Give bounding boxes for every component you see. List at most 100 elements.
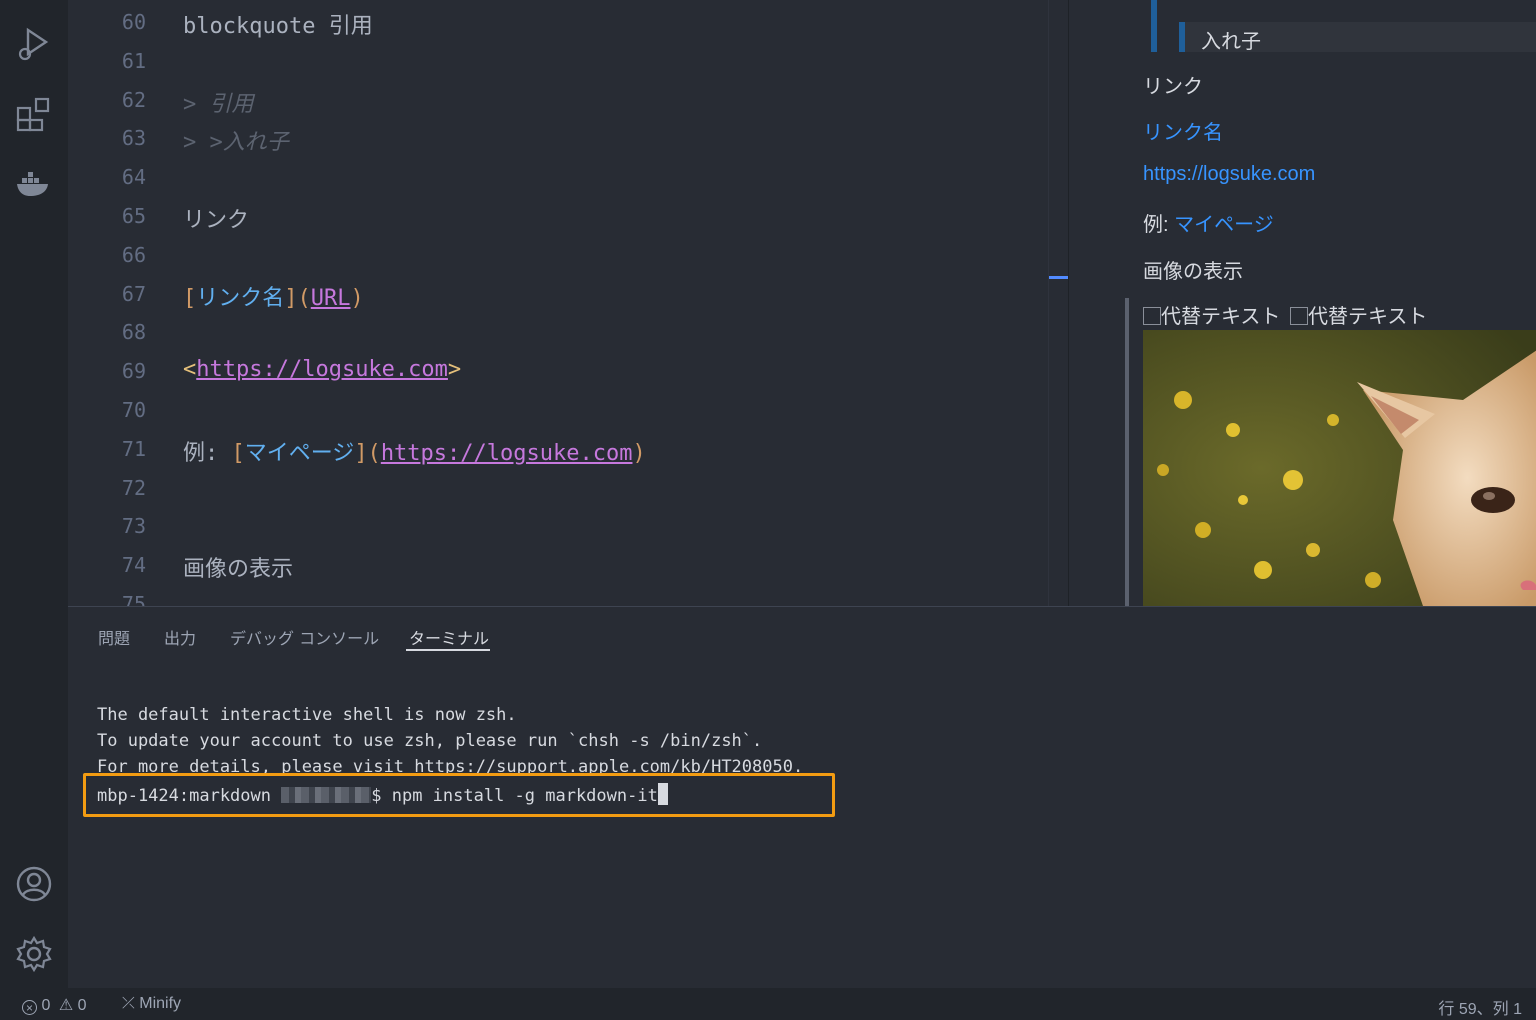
line-number: 75 <box>121 592 146 606</box>
line-content: リンク <box>183 202 249 234</box>
line-number: 60 <box>121 10 146 34</box>
code-token: ]( <box>284 285 311 311</box>
preview-link-name[interactable]: リンク名 <box>1143 116 1223 145</box>
line-content: 画像の表示 <box>183 551 293 583</box>
editor-line[interactable]: 73 <box>68 506 1048 545</box>
code-token: https://logsuke.com <box>196 357 448 383</box>
editor-line[interactable]: 68 <box>68 312 1048 351</box>
editor-line[interactable]: 67 [リンク名](URL) <box>68 274 1048 313</box>
markdown-editor[interactable]: 60 blockquote 引用 61 62 > 引用 63 > >入れ子 64 65 リンク 66… <box>68 0 1048 606</box>
line-content: <https://logsuke.com> <box>183 357 461 382</box>
problems-indicator[interactable]: × 0 ⚠ 0 <box>22 995 87 1015</box>
broken-image-icon <box>1143 307 1161 325</box>
editor-line[interactable]: 72 <box>68 468 1048 507</box>
extensions-icon[interactable] <box>14 94 54 134</box>
terminal-line: To update your account to use zsh, pleas… <box>97 731 763 751</box>
tab-debug-console[interactable]: デバッグ コンソール <box>230 625 379 649</box>
line-number: 72 <box>121 475 146 500</box>
code-token: < <box>183 357 197 383</box>
preview-link-url[interactable]: https://logsuke.com <box>1143 163 1315 186</box>
line-number: 64 <box>121 165 146 190</box>
editor-line[interactable]: 61 <box>68 41 1048 80</box>
editor-line[interactable]: 70 <box>68 390 1048 429</box>
broken-image-alts: 代替テキスト 代替テキスト <box>1143 300 1427 329</box>
alt-text-2: 代替テキスト <box>1307 306 1428 328</box>
line-content: > >入れ子 <box>183 124 289 156</box>
code-token: https://logsuke.com <box>380 440 633 466</box>
scroll-position-marker <box>1049 276 1068 279</box>
editor-line[interactable]: 64 <box>68 157 1048 196</box>
example-link[interactable]: マイページ <box>1174 214 1274 236</box>
editor-line[interactable]: 62 > 引用 <box>68 80 1048 119</box>
code-token: [ <box>231 440 245 466</box>
blockquote-bar <box>1151 0 1157 52</box>
error-icon: × <box>22 1000 37 1015</box>
code-token: ]( <box>354 440 381 466</box>
line-number: 74 <box>121 553 146 578</box>
editor-line[interactable]: 66 <box>68 235 1048 274</box>
minify-button[interactable]: ⤫ Minify <box>122 995 181 1013</box>
line-number: 67 <box>121 281 146 306</box>
line-content: blockquote 引用 <box>183 8 373 40</box>
editor-line[interactable]: 65 リンク <box>68 196 1048 235</box>
line-content: > 引用 <box>183 86 254 118</box>
code-token: ) <box>350 285 364 311</box>
line-number: 69 <box>121 359 146 384</box>
image-blockquote-bar <box>1125 298 1129 606</box>
code-token: URL <box>310 285 351 311</box>
code-token: 画像の表示 <box>183 557 294 583</box>
line-number: 71 <box>121 436 146 461</box>
editor-line[interactable]: 69 <https://logsuke.com> <box>68 351 1048 390</box>
tab-output[interactable]: 出力 <box>164 625 196 649</box>
line-number: 63 <box>121 126 146 151</box>
error-count: 0 <box>41 997 51 1014</box>
code-token: マイページ <box>244 440 355 466</box>
account-icon[interactable] <box>14 864 54 904</box>
minify-label: Minify <box>139 995 182 1012</box>
code-token: blockquote 引用 <box>183 14 373 39</box>
status-bar: × 0 ⚠ 0 ⤫ Minify 行 59、列 1 <box>0 988 1536 1020</box>
tab-problems[interactable]: 問題 <box>98 625 130 649</box>
line-number: 68 <box>121 320 146 345</box>
settings-gear-icon[interactable] <box>14 934 54 974</box>
code-token: > 引用 <box>183 91 254 117</box>
nested-quote-text: 入れ子 <box>1201 31 1261 53</box>
code-token: > >入れ子 <box>183 130 289 156</box>
line-number: 70 <box>121 398 146 422</box>
code-token: [ <box>183 285 197 311</box>
dog-photo <box>1143 330 1536 606</box>
command-highlight-box <box>83 773 835 817</box>
code-token: 例: <box>183 440 232 466</box>
line-number: 62 <box>121 87 146 112</box>
minify-icon: ⤫ <box>122 995 135 1012</box>
cursor-position[interactable]: 行 59、列 1 <box>1438 995 1522 1019</box>
line-number: 73 <box>121 514 146 539</box>
warning-count: 0 <box>77 997 87 1014</box>
alt-text-1: 代替テキスト <box>1161 306 1281 328</box>
activity-bar <box>0 0 68 988</box>
preview-image-heading: 画像の表示 <box>1143 261 1243 283</box>
code-token: > <box>447 357 462 383</box>
broken-image-icon <box>1289 307 1308 325</box>
run-debug-icon[interactable] <box>14 24 54 64</box>
editor-line[interactable]: 60 blockquote 引用 <box>68 2 1048 41</box>
terminal-line: The default interactive shell is now zsh… <box>97 705 517 725</box>
preview-example-line: 例: マイページ <box>1143 208 1274 237</box>
editor-line[interactable]: 63 > >入れ子 <box>68 118 1048 157</box>
docker-icon[interactable] <box>14 164 54 204</box>
editor-scrollbar[interactable] <box>1048 0 1069 606</box>
editor-line[interactable]: 74 画像の表示 <box>68 545 1048 584</box>
code-token: リンク名 <box>196 285 285 311</box>
line-number: 61 <box>121 48 146 73</box>
code-token: ) <box>632 440 646 466</box>
line-content: 例: [マイページ](https://logsuke.com) <box>183 435 646 467</box>
markdown-preview: 入れ子 リンク リンク名 https://logsuke.com 例: マイペー… <box>1068 0 1536 606</box>
editor-line[interactable]: 71 例: [マイページ](https://logsuke.com) <box>68 429 1048 468</box>
line-number: 66 <box>121 242 146 267</box>
tab-terminal[interactable]: ターミナル <box>409 625 489 649</box>
line-content: [リンク名](URL) <box>183 280 364 312</box>
line-number: 65 <box>121 204 146 228</box>
warning-icon: ⚠ <box>58 997 74 1014</box>
editor-line[interactable]: 75 <box>68 584 1048 606</box>
nested-blockquote: 入れ子 <box>1179 22 1536 53</box>
